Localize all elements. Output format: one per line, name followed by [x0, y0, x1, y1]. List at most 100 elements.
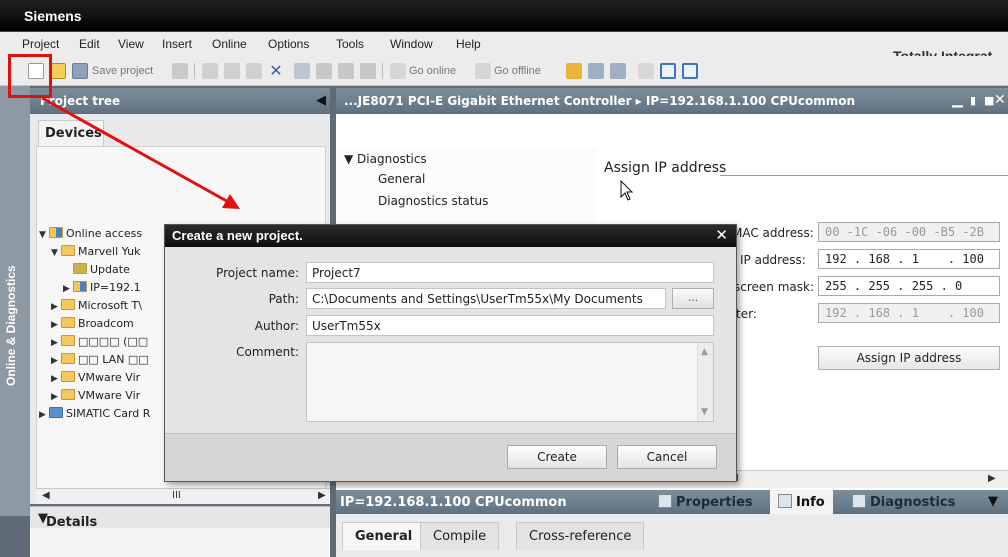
subnet-mask-field[interactable]: 255 . 255 . 255 . 0: [818, 276, 1000, 296]
tab-info[interactable]: Info: [770, 490, 833, 514]
delete-icon[interactable]: ✕: [268, 63, 284, 79]
tree-item-adapter-1[interactable]: ▶ □□□□ (□□: [51, 335, 148, 348]
tree-item-label: Microsoft T\: [78, 299, 142, 312]
subtab-compile[interactable]: Compile: [420, 522, 500, 550]
menu-project[interactable]: Project: [22, 37, 59, 51]
tab-diagnostics[interactable]: Diagnostics: [844, 490, 963, 514]
nav-diagnostics[interactable]: ▼ Diagnostics: [344, 152, 427, 166]
stop-cpu-icon[interactable]: [610, 63, 626, 79]
subtab-cross-reference[interactable]: Cross-reference: [516, 522, 645, 550]
tree-horizontal-scrollbar[interactable]: ◀ III ▶: [36, 488, 330, 504]
cut-icon[interactable]: [202, 63, 218, 79]
scroll-right-icon[interactable]: ▶: [318, 490, 326, 501]
copy-icon[interactable]: [224, 63, 240, 79]
tree-item-label: Update: [90, 263, 130, 276]
minimize-icon[interactable]: ▁: [952, 92, 963, 108]
save-project-button[interactable]: Save project: [92, 65, 153, 77]
tree-item-broadcom[interactable]: ▶ Broadcom: [51, 317, 134, 330]
folder-icon: [61, 389, 75, 400]
cross-reference-icon[interactable]: [638, 63, 654, 79]
create-button[interactable]: Create: [507, 445, 607, 469]
tree-item-microsoft[interactable]: ▶ Microsoft T\: [51, 299, 142, 312]
ip-address-field[interactable]: 192 . 168 . 1 . 100: [818, 249, 1000, 269]
compile-icon[interactable]: [294, 63, 310, 79]
assign-ip-button[interactable]: Assign IP address: [818, 346, 1000, 370]
comment-scrollbar[interactable]: ▲ ▼: [697, 343, 713, 421]
properties-icon: [658, 494, 672, 508]
subnet-mask-label: screen mask:: [734, 280, 814, 294]
restore-icon[interactable]: ▮: [970, 94, 976, 107]
tree-item-vmware-1[interactable]: ▶ VMware Vir: [51, 371, 140, 384]
tree-item-ip[interactable]: ▶ IP=192.1: [63, 281, 141, 294]
tree-item-label: □□□□ (□□: [78, 335, 149, 348]
cancel-button[interactable]: Cancel: [617, 445, 717, 469]
tab-properties[interactable]: Properties: [650, 490, 761, 514]
path-input[interactable]: C:\Documents and Settings\UserTm55x\My D…: [306, 288, 666, 309]
go-online-icon[interactable]: [390, 63, 406, 79]
menu-edit[interactable]: Edit: [79, 37, 100, 51]
scroll-thumb[interactable]: III: [172, 490, 181, 501]
router-address-field[interactable]: 192 . 168 . 1 . 100: [818, 303, 1000, 323]
accessible-devices-icon[interactable]: [566, 63, 582, 79]
print-icon[interactable]: [172, 63, 188, 79]
split-vertical-icon[interactable]: [682, 63, 698, 79]
path-label: Path:: [268, 292, 299, 306]
upload-icon[interactable]: [338, 63, 354, 79]
chevron-down-icon[interactable]: ▼: [988, 494, 998, 509]
go-offline-button[interactable]: Go offline: [494, 65, 541, 77]
menu-online[interactable]: Online: [212, 37, 247, 51]
download-icon[interactable]: [316, 63, 332, 79]
go-offline-icon[interactable]: [475, 63, 491, 79]
go-online-button[interactable]: Go online: [409, 65, 456, 77]
tree-item-simatic-card[interactable]: ▶ SIMATIC Card R: [39, 407, 150, 420]
section-divider: [720, 175, 1008, 176]
close-dialog-icon[interactable]: ✕: [715, 226, 728, 244]
collapse-left-icon[interactable]: ◀: [316, 93, 326, 108]
nav-diagnostics-status[interactable]: Diagnostics status: [378, 194, 488, 208]
split-horizontal-icon[interactable]: [660, 63, 676, 79]
author-input[interactable]: UserTm55x: [306, 315, 714, 336]
simulation-icon[interactable]: [360, 63, 376, 79]
open-project-icon[interactable]: [50, 63, 66, 79]
tree-item-marvell[interactable]: ▼ Marvell Yuk: [51, 245, 140, 258]
menu-view[interactable]: View: [118, 37, 144, 51]
side-tab-label: Online & Diagnostics: [4, 265, 18, 386]
card-reader-icon: [49, 407, 63, 418]
folder-icon: [61, 335, 75, 346]
folder-icon: [61, 317, 75, 328]
tab-properties-label: Properties: [676, 495, 753, 510]
editor-scroll-right-icon[interactable]: ▶: [988, 473, 996, 484]
subtab-general[interactable]: General: [342, 522, 426, 550]
project-name-input[interactable]: Project7: [306, 262, 714, 283]
tree-item-vmware-2[interactable]: ▶ VMware Vir: [51, 389, 140, 402]
folder-icon: [61, 353, 75, 364]
menu-window[interactable]: Window: [390, 37, 433, 51]
scroll-down-icon[interactable]: ▼: [701, 407, 708, 417]
details-view-header[interactable]: ▼ Details view: [30, 506, 330, 545]
scroll-up-icon[interactable]: ▲: [701, 347, 708, 357]
mac-address-field[interactable]: 00 -1C -06 -00 -B5 -2B: [818, 222, 1000, 242]
start-cpu-icon[interactable]: [588, 63, 604, 79]
close-editor-icon[interactable]: ✕: [994, 92, 1006, 108]
tree-item-label: VMware Vir: [78, 389, 141, 402]
paste-icon[interactable]: [246, 63, 262, 79]
menu-options[interactable]: Options: [268, 37, 309, 51]
tree-item-lan[interactable]: ▶ □□ LAN □□: [51, 353, 149, 366]
browse-button[interactable]: ...: [672, 288, 714, 309]
devices-tab[interactable]: Devices: [38, 120, 104, 146]
menu-insert[interactable]: Insert: [162, 37, 192, 51]
tree-item-label: VMware Vir: [78, 371, 141, 384]
dialog-title: Create a new project.: [172, 228, 303, 243]
save-icon[interactable]: [72, 63, 88, 79]
nav-general[interactable]: General: [378, 172, 425, 186]
comment-textarea[interactable]: ▲ ▼: [306, 342, 714, 422]
tree-item-online-access[interactable]: ▼ Online access: [39, 227, 142, 240]
menu-help[interactable]: Help: [456, 37, 481, 51]
maximize-icon[interactable]: ■: [984, 94, 994, 107]
online-diagnostics-side-tab[interactable]: Online & Diagnostics: [0, 86, 30, 516]
highlight-box: [8, 54, 52, 98]
menu-tools[interactable]: Tools: [336, 37, 364, 51]
scroll-left-icon[interactable]: ◀: [42, 490, 50, 501]
create-project-dialog: Create a new project. ✕ Project name: Pr…: [164, 224, 737, 482]
tree-item-update[interactable]: Update: [73, 263, 130, 276]
